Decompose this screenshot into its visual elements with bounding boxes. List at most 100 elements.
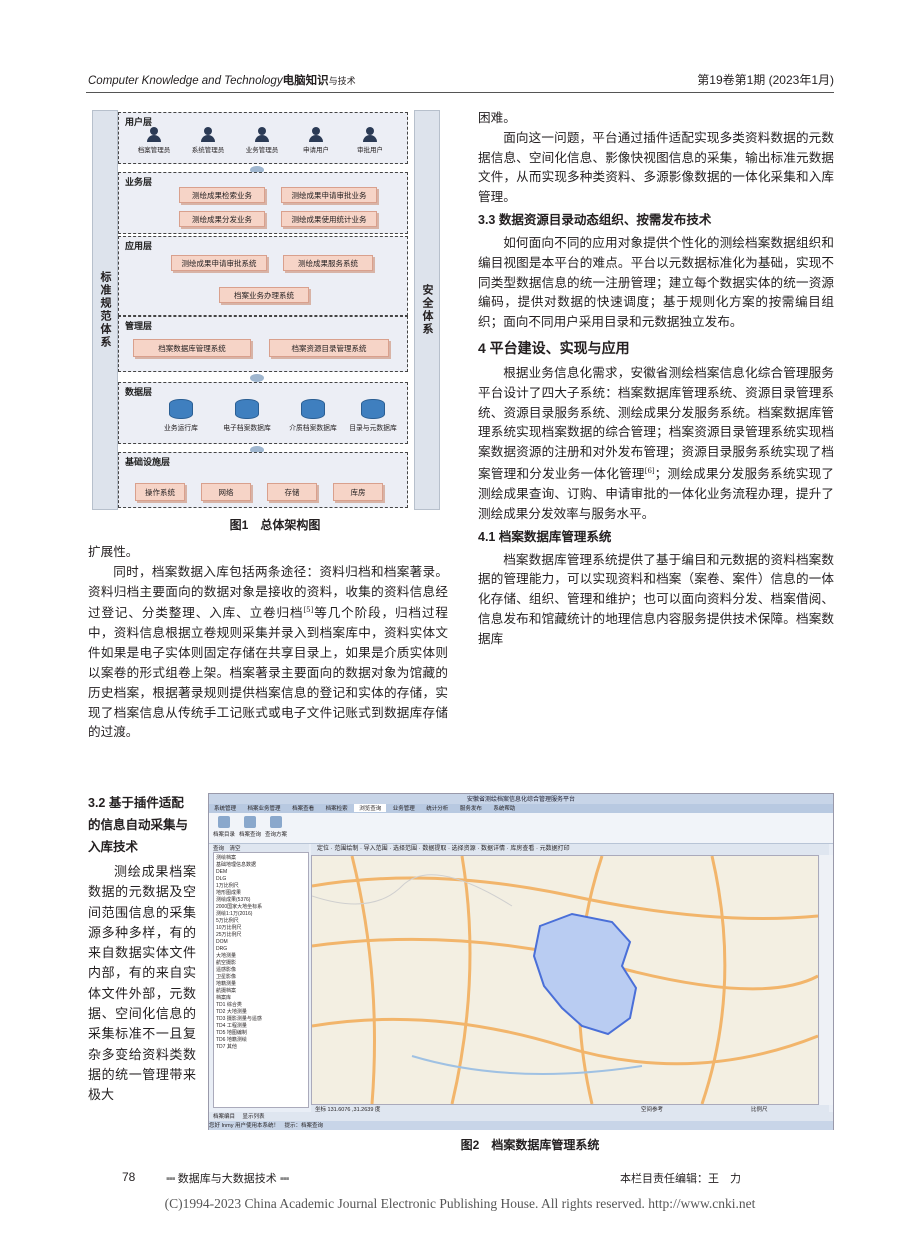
tree-item: 测绘1:1万(2016) <box>216 911 253 917</box>
tree-item: 档案库 <box>216 995 232 1001</box>
figure2-caption: 图2 档案数据库管理系统 <box>460 1138 600 1152</box>
paragraph: 困难。 <box>478 110 516 125</box>
list-icon <box>270 816 282 828</box>
infrastructure-layer: 基础设施层 操作系统 网络 存储 库房 <box>118 452 408 508</box>
section-4-1-heading: 4.1 档案数据库管理系统 <box>478 529 612 544</box>
map-toolbar[interactable]: 定位 · 范围绘制 · 导入范围 · 选择范围 · 数据提取 · 选择资源 · … <box>311 844 829 855</box>
management-box: 档案资源目录管理系统 <box>269 339 389 357</box>
management-layer: 管理层 档案数据库管理系统 档案资源目录管理系统 <box>118 316 408 372</box>
paragraph: 根据业务信息化需求，安徽省测绘档案信息化综合管理服务平台设计了四大子系统：档案数… <box>478 364 835 521</box>
tree-item: 遥感影像 <box>216 967 237 973</box>
book-icon <box>218 816 230 828</box>
management-box: 档案数据库管理系统 <box>133 339 251 357</box>
journal-title: Computer Knowledge and Technology电脑知识与技术 <box>88 75 356 87</box>
infra-box: 存储 <box>267 483 317 501</box>
issue-info: 第19卷第1期 (2023年1月) <box>697 73 834 87</box>
tree-item: DRG <box>216 946 228 952</box>
application-box: 测绘成果申请审批系统 <box>171 255 267 271</box>
menu-tab[interactable]: 档案查看 <box>287 804 319 812</box>
map-canvas <box>312 856 818 1104</box>
infra-box: 库房 <box>333 483 383 501</box>
query-plan-button[interactable]: 查询方案 <box>265 816 287 838</box>
page-number: 78 <box>122 1170 136 1184</box>
business-layer: 业务层 测绘成果检索业务 测绘成果申请审批业务 测绘成果分发业务 测绘成果使用统… <box>118 172 408 234</box>
archive-db-screenshot: 安徽省测绘档案信息化综合管理服务平台 系统管理 档案业务管理 档案查看 档案检索… <box>208 793 834 1130</box>
security-bar: 安全体系 <box>414 110 440 510</box>
application-layer: 应用层 测绘成果申请审批系统 测绘成果服务系统 档案业务办理系统 <box>118 236 408 316</box>
architecture-figure: 标准规范体系 安全体系 用户层 档案管理员 系统管理员 业务管理员 申请用户 审… <box>92 110 440 510</box>
window-title: 安徽省测绘档案信息化综合管理服务平台 <box>209 794 833 804</box>
map-side-tools[interactable] <box>820 855 833 1105</box>
archive-tree[interactable]: 测绘档案 基础地理信息数据 DEM DLG 1万比例尺 地形图成果 测绘成果(5… <box>213 852 309 1108</box>
section-3-2-heading: 3.2 基于插件适配的信息自动采集与入库技术 <box>88 796 189 854</box>
menu-tab[interactable]: 档案检索 <box>321 804 353 812</box>
user-icon: 系统管理员 <box>183 127 233 154</box>
database-icon: 业务运行库 <box>151 399 211 432</box>
menu-tab[interactable]: 浏览查询 <box>354 804 387 812</box>
user-layer: 用户层 档案管理员 系统管理员 业务管理员 申请用户 审批用户 <box>118 112 408 164</box>
data-layer: 数据层 业务运行库 电子档案数据库 介质档案数据库 目录与元数据库 <box>118 382 408 444</box>
tree-item: TD1 综合类 <box>216 1002 242 1008</box>
tree-item: TD2 大地测量 <box>216 1009 247 1015</box>
map-view[interactable] <box>311 855 819 1105</box>
tree-item: 航空摄影 <box>216 960 237 966</box>
bottom-tabs: 档案编目 显示列表 <box>209 1112 833 1121</box>
business-box: 测绘成果申请审批业务 <box>281 187 377 203</box>
tree-item: 2000国家大地坐标系 <box>216 904 263 910</box>
app-statusbar: 您好 Inmy 用户使用本系统！ 提示：档案查询 <box>209 1121 833 1130</box>
menu-tab[interactable]: 系统帮助 <box>488 804 520 812</box>
business-box: 测绘成果检索业务 <box>179 187 265 203</box>
left-column: 扩展性。 同时，档案数据入库包括两条途径：资料归档和档案著录。资料归档主要面向的… <box>88 542 448 742</box>
paragraph: 同时，档案数据入库包括两条途径：资料归档和档案著录。资料归档主要面向的数据对象是… <box>88 563 449 740</box>
infra-box: 网络 <box>201 483 251 501</box>
tree-item: 大地测量 <box>216 953 237 959</box>
paragraph: 如何面向不同的应用对象提供个性化的测绘档案数据组织和编目视图是本平台的难点。平台… <box>478 234 834 330</box>
user-icon: 审批用户 <box>345 127 395 154</box>
section-3-2-text: 测绘成果档案数据的元数据及空间范围信息的采集源多种多样，有的来自数据实体文件内部… <box>88 865 196 1104</box>
layer-connector <box>250 374 264 382</box>
column-name: ▪▪▪ 数据库与大数据技术 ▪▪▪ <box>166 1173 289 1185</box>
figure1-caption: 图1 总体架构图 <box>229 518 321 532</box>
query-button[interactable]: 档案查询 <box>239 816 261 838</box>
header-rule <box>86 92 834 93</box>
menu-tabs: 系统管理 档案业务管理 档案查看 档案检索 浏览查询 业务管理 统计分析 服务发… <box>209 804 833 813</box>
menu-tab[interactable]: 业务管理 <box>388 804 420 812</box>
section-4-heading: 4 平台建设、实现与应用 <box>478 339 630 356</box>
copyright-line: (C)1994-2023 China Academic Journal Elec… <box>164 1196 756 1211</box>
database-icon: 目录与元数据库 <box>333 399 413 432</box>
bottom-tab[interactable]: 显示列表 <box>243 1114 265 1120</box>
tree-item: 地籍测量 <box>216 981 237 987</box>
tree-item: 25万比例尺 <box>216 932 242 938</box>
tree-item: DEM <box>216 869 228 875</box>
business-box: 测绘成果分发业务 <box>179 211 265 227</box>
right-column: 困难。 面向这一问题，平台通过插件适配实现多类资料数据的元数据信息、空间化信息、… <box>478 108 834 649</box>
catalog-button[interactable]: 档案目录 <box>213 816 235 838</box>
standards-bar: 标准规范体系 <box>92 110 118 510</box>
paragraph: 扩展性。 <box>88 544 139 559</box>
tree-item: DOM <box>216 939 228 945</box>
tree-item: 基础地理信息数据 <box>216 862 257 868</box>
tree-item: 1万比例尺 <box>216 883 239 889</box>
tree-item: TD5 地图编制 <box>216 1030 247 1036</box>
ribbon: 档案目录 档案查询 查询方案 <box>209 813 833 844</box>
paragraph: 档案数据库管理系统提供了基于编目和元数据的资料档案数据的管理能力，可以实现资料和… <box>478 551 834 646</box>
menu-tab[interactable]: 系统管理 <box>209 804 241 812</box>
menu-tab[interactable]: 服务发布 <box>455 804 487 812</box>
bottom-tab[interactable]: 档案编目 <box>213 1114 235 1120</box>
menu-tab[interactable]: 档案业务管理 <box>243 804 286 812</box>
tree-item: TD7 其他 <box>216 1044 237 1050</box>
tree-item: 航摄档案 <box>216 988 237 994</box>
business-box: 测绘成果使用统计业务 <box>281 211 377 227</box>
tree-item: 测绘档案 <box>216 855 237 861</box>
user-icon: 档案管理员 <box>129 127 179 154</box>
user-icon: 业务管理员 <box>237 127 287 154</box>
application-box: 档案业务办理系统 <box>219 287 309 303</box>
menu-tab[interactable]: 统计分析 <box>421 804 453 812</box>
tree-toolbar[interactable]: 查询 清空 <box>213 844 309 852</box>
user-icon: 申请用户 <box>291 127 341 154</box>
tree-item: 10万比例尺 <box>216 925 242 931</box>
section-3-3-heading: 3.3 数据资源目录动态组织、按需发布技术 <box>478 212 712 227</box>
paragraph: 面向这一问题，平台通过插件适配实现多类资料数据的元数据信息、空间化信息、影像快视… <box>478 129 834 205</box>
tree-item: TD3 摄影测量与遥感 <box>216 1016 262 1022</box>
editor-note: 本栏目责任编辑：王 力 <box>620 1172 741 1185</box>
